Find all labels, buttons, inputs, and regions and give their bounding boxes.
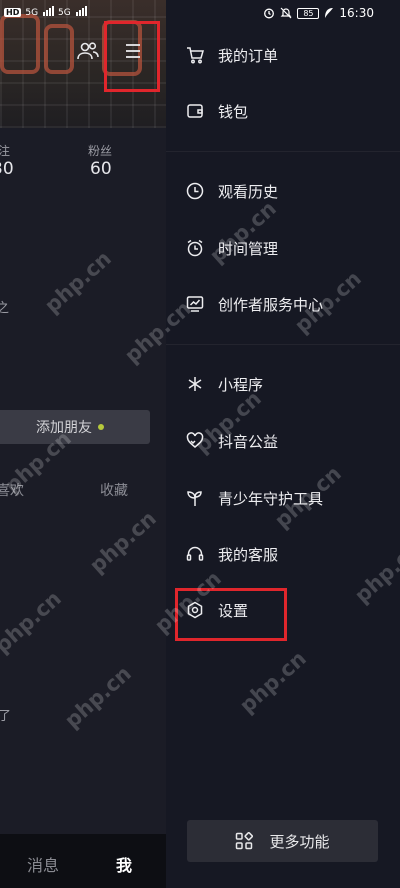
friends-icon[interactable] <box>76 40 100 62</box>
nav-messages[interactable]: 消息 <box>27 852 59 876</box>
tab-likes[interactable]: 喜欢 <box>0 480 24 500</box>
menu-item-watch-history[interactable]: 观看历史 <box>186 175 278 207</box>
menu-item-label: 钱包 <box>218 102 249 121</box>
hd-indicator: HD <box>4 8 22 17</box>
signal-5g-1: 5G <box>25 7 39 18</box>
followers-label: 粉丝 <box>88 144 113 158</box>
menu-item-wallet[interactable]: 钱包 <box>186 95 248 127</box>
menu-item-label: 小程序 <box>218 375 264 394</box>
followers-count[interactable]: 60 <box>90 159 112 179</box>
bio-text-fragment: 之 <box>0 301 10 316</box>
more-functions-button[interactable]: 更多功能 <box>187 820 378 862</box>
signal-bars-icon <box>75 6 87 19</box>
status-bar-left: HD 5G 5G <box>4 6 87 19</box>
battery-icon: 85 <box>297 7 320 19</box>
divider <box>166 151 400 152</box>
menu-item-mini-programs[interactable]: 小程序 <box>186 368 263 400</box>
menu-item-charity[interactable]: 抖音公益 <box>186 425 278 457</box>
status-time: 16:30 <box>339 6 374 20</box>
sprout-icon <box>187 491 202 506</box>
heart-hands-icon <box>186 432 204 448</box>
menu-item-label: 抖音公益 <box>218 432 279 451</box>
clock-icon <box>186 182 204 200</box>
grid-icon <box>236 832 254 850</box>
menu-item-label: 青少年守护工具 <box>218 489 324 508</box>
profile-page-dimmed: HD 5G 5G 注 30 粉丝 60 之 添加朋友 喜欢 收藏 了 消息 我 <box>0 0 166 888</box>
content-text-fragment: 了 <box>0 709 12 724</box>
menu-item-label: 观看历史 <box>218 182 279 201</box>
menu-item-orders[interactable]: 我的订单 <box>186 39 278 71</box>
menu-item-customer-service[interactable]: 我的客服 <box>186 538 278 570</box>
add-friend-button[interactable]: 添加朋友 <box>0 410 150 444</box>
alarm-icon <box>187 239 203 257</box>
divider <box>166 344 400 345</box>
tab-favorites[interactable]: 收藏 <box>100 480 128 500</box>
signal-5g-2: 5G <box>58 7 71 18</box>
bottom-nav-bar <box>0 834 166 888</box>
online-dot-icon <box>98 424 104 430</box>
cart-icon <box>187 47 204 64</box>
menu-item-label: 时间管理 <box>218 239 279 258</box>
following-label: 注 <box>0 144 11 158</box>
menu-highlight-box <box>104 21 160 92</box>
alarm-status-icon <box>264 8 275 19</box>
menu-item-time-management[interactable]: 时间管理 <box>186 232 278 264</box>
status-bar-right: 85 16:30 <box>263 6 374 20</box>
menu-item-label: 我的订单 <box>218 46 279 65</box>
signal-bars-icon <box>42 6 55 19</box>
menu-item-youth-protection[interactable]: 青少年守护工具 <box>186 482 323 514</box>
headset-icon <box>186 546 204 561</box>
menu-item-creator-center[interactable]: 创作者服务中心 <box>186 288 323 320</box>
add-friend-label: 添加朋友 <box>36 420 92 436</box>
leaf-icon <box>325 8 334 18</box>
settings-highlight-box <box>175 588 287 641</box>
menu-item-label: 我的客服 <box>218 545 279 564</box>
more-functions-label: 更多功能 <box>269 832 330 851</box>
menu-item-label: 创作者服务中心 <box>218 295 324 314</box>
chart-icon <box>186 296 204 312</box>
following-count[interactable]: 30 <box>0 159 14 179</box>
mute-icon <box>280 7 292 19</box>
wallet-icon <box>187 104 203 118</box>
nav-me[interactable]: 我 <box>116 852 132 876</box>
asterisk-icon <box>188 377 202 391</box>
